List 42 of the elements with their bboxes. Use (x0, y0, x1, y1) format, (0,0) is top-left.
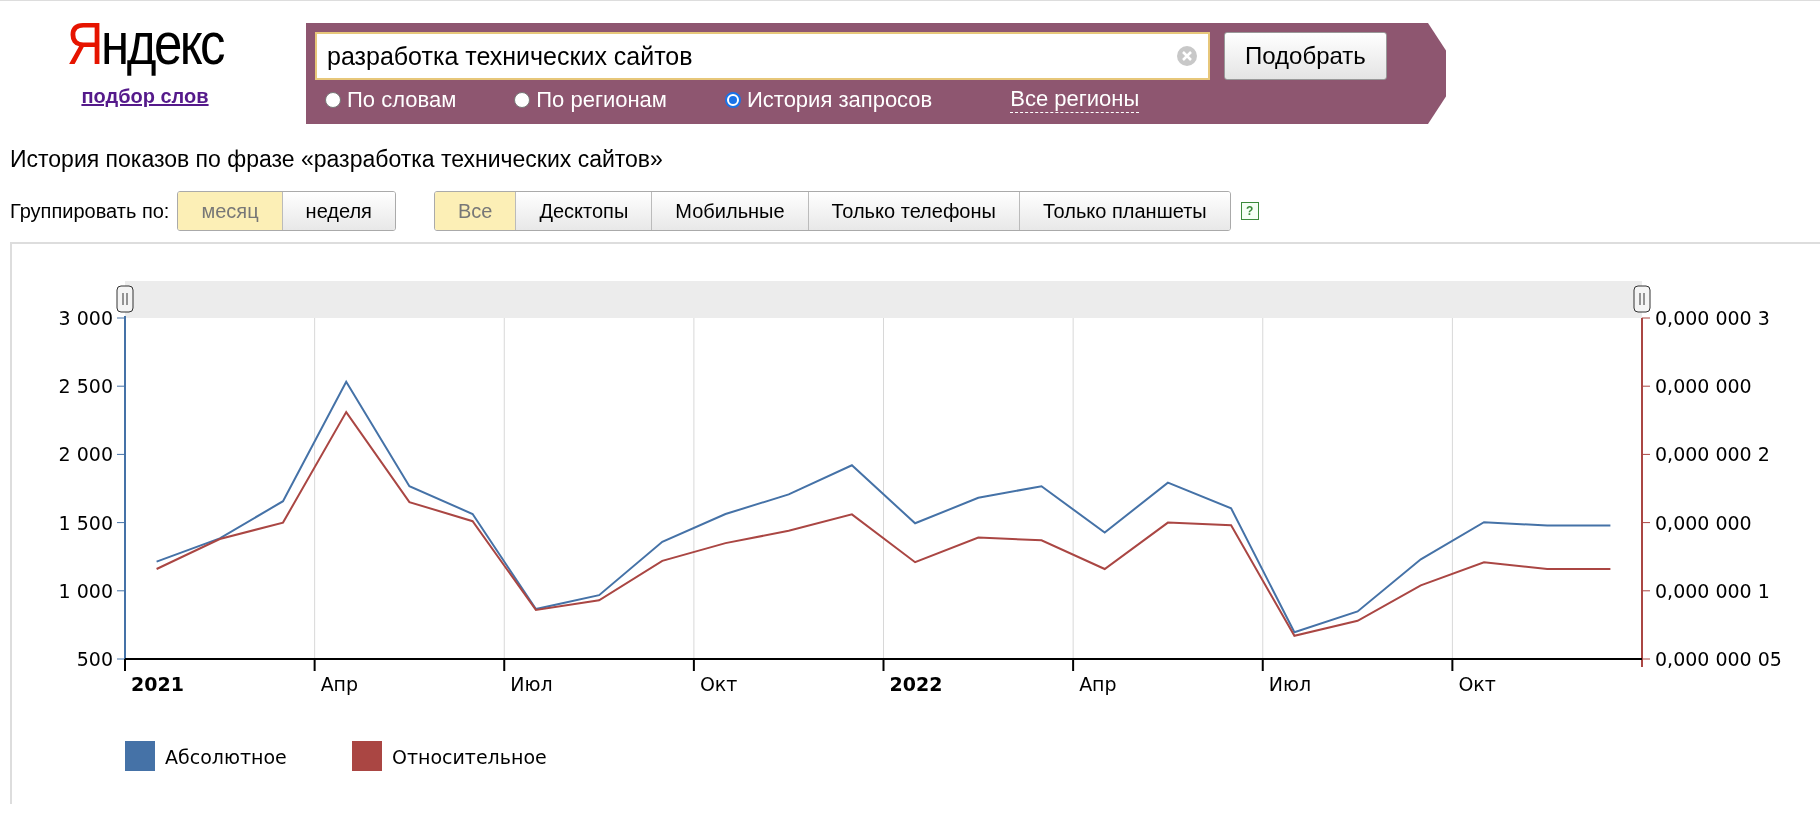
device-toggle[interactable]: Только телефоны (807, 192, 1019, 230)
legend-label[interactable]: Абсолютное (165, 746, 287, 768)
legend-label[interactable]: Относительное (392, 746, 547, 768)
search-field[interactable]: разработка технических сайтов (315, 32, 1210, 80)
device-toggle[interactable]: Все (434, 192, 516, 230)
axis-label: 0,000 000 (1655, 375, 1752, 398)
axis-label: Июл (1268, 673, 1312, 695)
range-handle-icon[interactable] (1633, 285, 1651, 313)
device-toggle[interactable]: Только планшеты (1018, 192, 1230, 230)
axis-label: 0,000 000 3 (1655, 307, 1770, 329)
mode-radio[interactable]: По словам (325, 86, 457, 113)
axis-label: 2 500 (58, 375, 113, 398)
axis-label: 2022 (889, 673, 943, 695)
grouping-toggle[interactable]: месяц (178, 192, 282, 230)
axis-label: 3 000 (58, 307, 113, 329)
axis-label: Июл (510, 673, 553, 695)
axis-label: 500 (76, 648, 113, 670)
range-handle-icon[interactable] (116, 285, 134, 313)
group-label: Группировать по: (10, 199, 170, 223)
axis-label: Апр (320, 673, 359, 695)
axis-label: Окт (699, 673, 738, 695)
axis-label: 0,000 000 2 (1655, 443, 1770, 466)
axis-label: 2 000 (58, 443, 113, 466)
page-heading: История показов по фразе «разработка технических сайтов» (10, 146, 664, 173)
axis-label: 0,000 000 05 (1655, 648, 1782, 670)
grouping-toggle[interactable]: неделя (281, 192, 395, 230)
submit-button[interactable]: Подобрать (1224, 32, 1387, 80)
axis-label: 2021 (131, 673, 184, 695)
regions-link[interactable]: Все регионы (1010, 86, 1140, 113)
help-button[interactable]: ? (1240, 202, 1259, 220)
axis-label: Апр (1079, 673, 1117, 695)
device-toggle[interactable]: Мобильные (651, 192, 808, 230)
axis-label: 0,000 000 1 (1655, 579, 1770, 602)
device-toggle[interactable]: Десктопы (515, 192, 652, 230)
axis-label: Окт (1458, 673, 1496, 695)
axis-label: 1 500 (58, 511, 113, 534)
logo[interactable]: Яндекс (66, 13, 224, 75)
axis-label: 1 000 (58, 579, 113, 602)
service-link[interactable]: подбор слов (81, 85, 209, 108)
mode-radio[interactable]: История запросов (725, 86, 933, 113)
mode-radio[interactable]: По регионам (514, 86, 667, 113)
axis-label: 0,000 000 (1655, 511, 1752, 534)
